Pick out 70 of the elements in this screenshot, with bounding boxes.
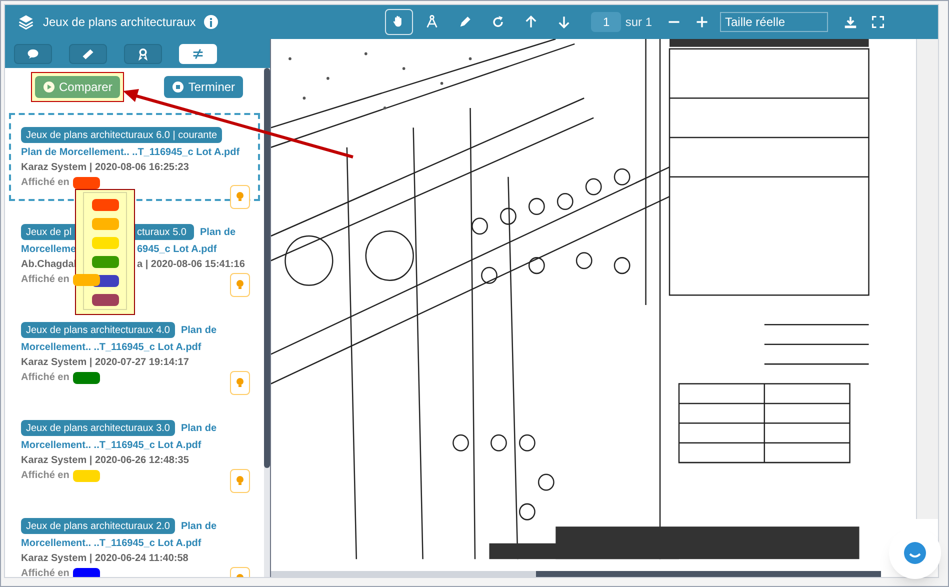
color-swatch[interactable] (73, 568, 100, 577)
color-option[interactable] (92, 237, 118, 249)
panel-tab[interactable] (69, 44, 107, 64)
comment-icon (26, 46, 40, 60)
author-date: Ab.Chagdal (21, 258, 77, 272)
color-swatch[interactable] (73, 176, 100, 188)
file-link[interactable]: Plan de (200, 224, 236, 240)
file-link[interactable]: Morcelleme (21, 242, 76, 256)
page-field[interactable]: 1 (591, 12, 622, 32)
scrollbar-thumb[interactable] (536, 571, 881, 577)
layers-icon (17, 13, 35, 31)
file-link[interactable]: Morcellement.. ..T_116945_c Lot A.pdf (21, 536, 202, 550)
idea-button[interactable] (230, 469, 250, 493)
plus-icon (695, 15, 709, 29)
file-link[interactable]: Plan de Morcellement.. ..T_116945_c Lot A.pdf (21, 144, 240, 160)
shown-in-label: Affiché en (21, 176, 70, 190)
stop-icon (172, 81, 184, 93)
lightbulb-icon (234, 474, 246, 488)
shown-in-label: Affiché en (21, 371, 70, 385)
color-option[interactable] (92, 256, 118, 268)
tool-button[interactable] (385, 9, 414, 35)
author-date: Karaz System | 2020-07-27 19:14:17 (21, 356, 189, 370)
color-option[interactable] (92, 218, 118, 230)
smiley-icon (903, 541, 927, 565)
not-equal-icon (191, 46, 205, 60)
shown-in-label: Affiché en (21, 567, 70, 577)
lightbulb-icon (234, 278, 246, 292)
file-link[interactable]: Plan de (180, 322, 217, 338)
fullscreen-icon (871, 15, 885, 29)
color-swatch[interactable] (73, 470, 100, 482)
scrollbar[interactable] (264, 68, 270, 577)
file-link[interactable]: Morcellement.. ..T_116945_c Lot A.pdf (21, 340, 202, 354)
color-swatch[interactable] (73, 274, 100, 286)
horizontal-scrollbar[interactable] (271, 571, 881, 577)
author-date: Karaz System | 2020-06-26 12:48:35 (21, 454, 189, 468)
download-icon (842, 14, 858, 30)
idea-button[interactable] (230, 371, 250, 395)
vertical-scrollbar[interactable] (916, 39, 938, 519)
file-link[interactable]: Morcellement.. ..T_116945_c Lot A.pdf (21, 438, 202, 452)
ruler-icon (81, 46, 95, 60)
file-link[interactable]: Plan de (180, 518, 217, 534)
lightbulb-icon (234, 376, 246, 390)
lightbulb-icon (234, 190, 246, 204)
version-badge: Jeux de plans architecturaux 3.0 (21, 420, 175, 436)
window-title: Jeux de plans architecturaux (43, 14, 196, 31)
version-badge: Jeux de plans architecturaux 2.0 (21, 518, 175, 534)
version-badge: Jeux de plans architecturaux 6.0 | courante (21, 127, 222, 143)
color-option[interactable] (92, 199, 118, 211)
panel-tab[interactable] (124, 44, 162, 64)
panel-tab[interactable] (14, 44, 52, 64)
file-link[interactable]: 6945_c Lot A.pdf (137, 242, 217, 256)
color-option[interactable] (92, 294, 118, 306)
idea-button[interactable] (230, 273, 250, 297)
compare-button[interactable]: Comparer (35, 76, 120, 98)
scrollbar-thumb[interactable] (264, 68, 270, 468)
version-badge: Jeux de plans architecturaux 4.0 (21, 322, 175, 338)
ribbon-icon (136, 46, 150, 60)
file-link[interactable]: Plan de (180, 420, 217, 436)
arrow-down-icon (556, 14, 572, 30)
finish-button[interactable]: Terminer (164, 76, 244, 98)
shown-in-label: Affiché en (21, 273, 70, 287)
author-date: Karaz System | 2020-06-24 11:40:58 (21, 552, 188, 566)
shown-in-label: Affiché en (21, 469, 70, 483)
author-date: Karaz System | 2020-08-06 16:25:23 (21, 161, 189, 175)
color-swatch[interactable] (73, 372, 100, 384)
info-icon (204, 15, 218, 29)
play-icon (43, 81, 55, 93)
idea-button[interactable] (230, 185, 250, 209)
page-count: sur 1 (625, 14, 652, 31)
author-date: a | 2020-08-06 15:41:16 (137, 258, 245, 272)
